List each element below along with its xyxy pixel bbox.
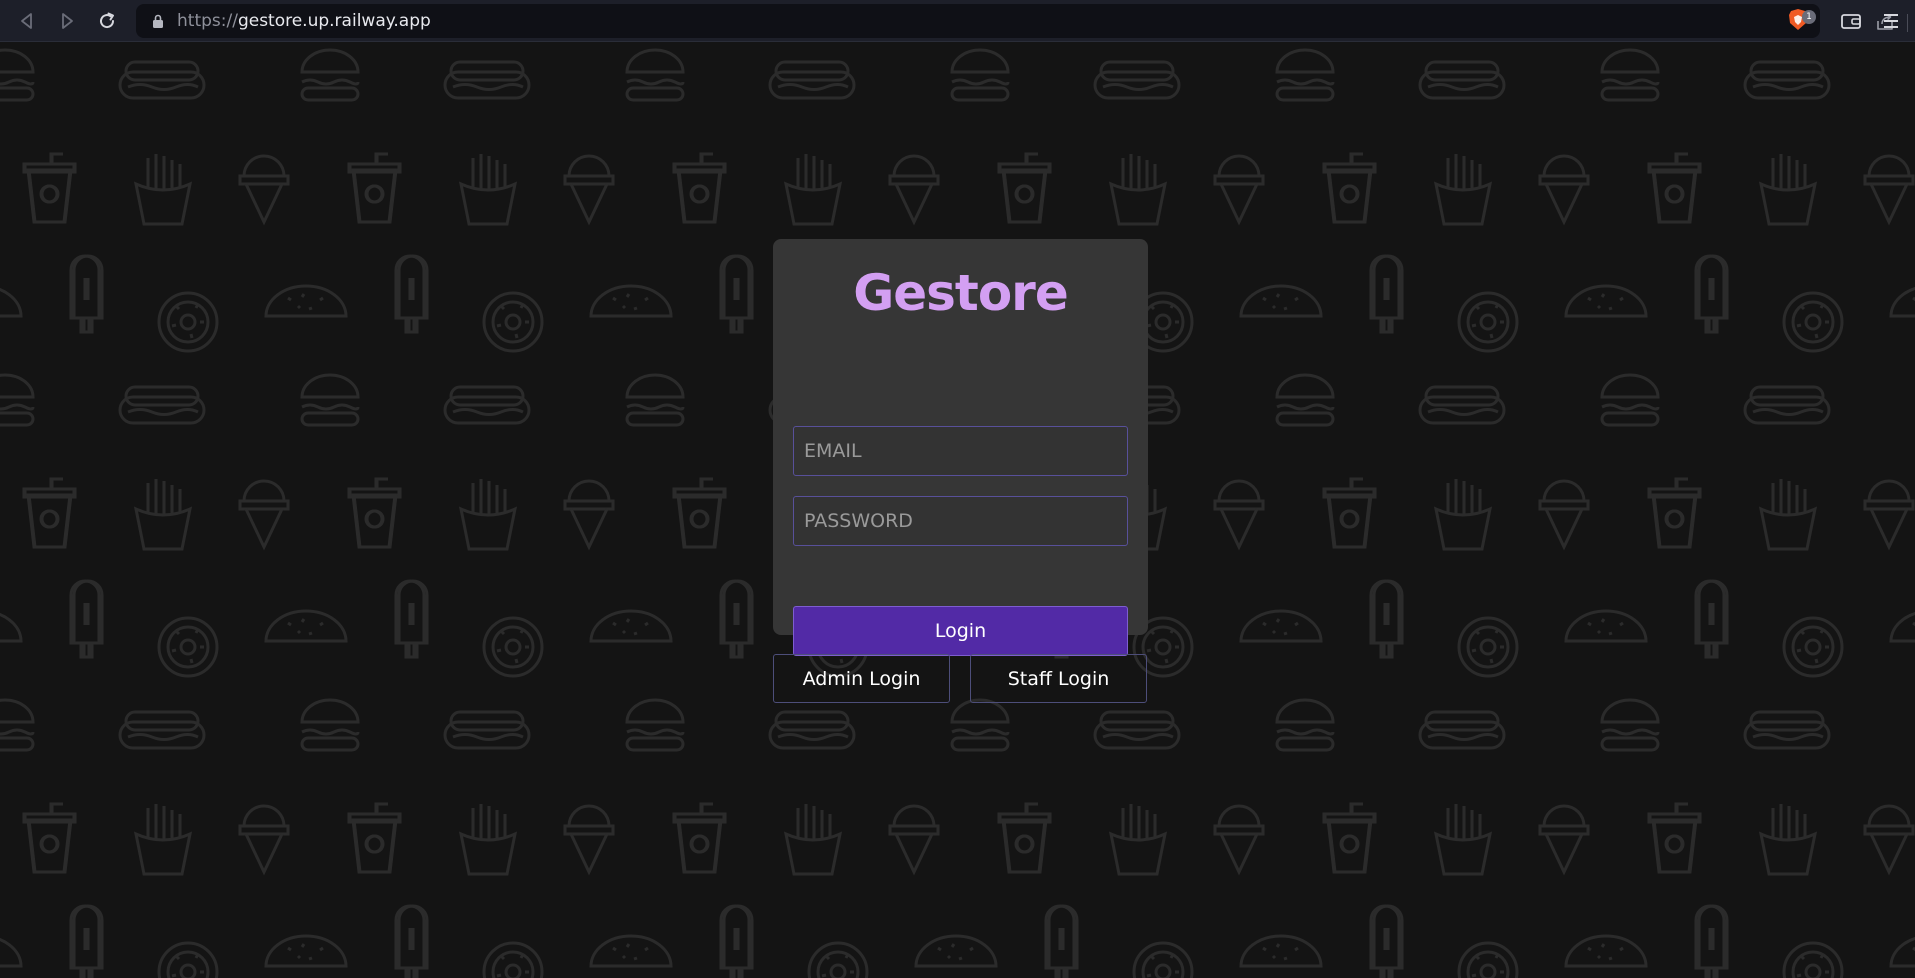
wallet-icon[interactable] [1840, 10, 1862, 32]
reload-button[interactable] [94, 8, 120, 34]
back-button[interactable] [14, 8, 40, 34]
admin-login-button[interactable]: Admin Login [773, 654, 950, 703]
url-divider [1907, 14, 1908, 32]
url-host: gestore.up.railway.app [237, 11, 431, 31]
forward-button[interactable] [54, 8, 80, 34]
password-field[interactable] [793, 496, 1128, 546]
shields-count-badge: 1 [1802, 10, 1816, 24]
login-button[interactable]: Login [793, 606, 1128, 656]
url-scheme: https:// [177, 11, 238, 31]
browser-toolbar: https://gestore.up.railway.app 1 [0, 0, 1915, 42]
forward-icon [62, 13, 73, 29]
staff-login-button[interactable]: Staff Login [970, 654, 1147, 703]
back-icon [21, 13, 32, 29]
login-card: Gestore Login [773, 239, 1148, 656]
email-field[interactable] [793, 426, 1128, 476]
lock-icon [153, 14, 163, 28]
brand-title: Gestore [853, 264, 1069, 322]
url-text: https://gestore.up.railway.app [177, 12, 431, 30]
reload-icon [100, 12, 115, 29]
menu-icon[interactable] [1882, 10, 1900, 32]
address-bar[interactable]: https://gestore.up.railway.app [136, 4, 1908, 38]
